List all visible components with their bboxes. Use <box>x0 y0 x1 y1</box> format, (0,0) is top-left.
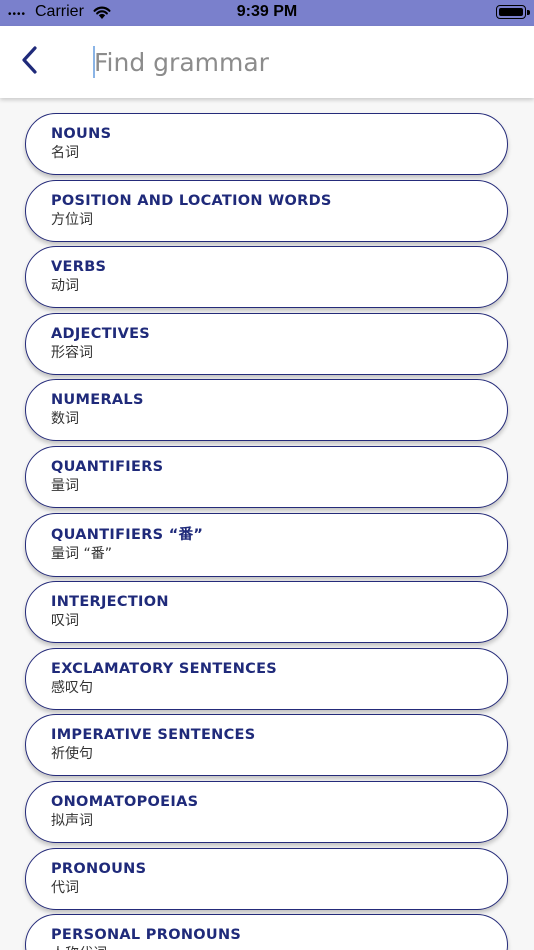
grammar-item[interactable]: NUMERALS 数词 <box>25 379 508 442</box>
grammar-item-subtitle: 代词 <box>51 879 79 896</box>
search-field[interactable] <box>92 42 512 82</box>
search-input[interactable] <box>94 42 504 82</box>
grammar-item[interactable]: ONOMATOPOEIAS 拟声词 <box>25 780 508 843</box>
status-time: 9:39 PM <box>236 3 298 20</box>
grammar-item-title: ADJECTIVES <box>51 325 151 342</box>
status-bar: •••• Carrier 9:39 PM <box>0 0 534 26</box>
grammar-item-subtitle: 动词 <box>51 278 79 295</box>
grammar-item-subtitle: 感叹句 <box>51 679 93 696</box>
grammar-item[interactable]: NOUNS 名词 <box>25 113 508 175</box>
chevron-left-icon <box>19 45 39 79</box>
grammar-item-subtitle: 拟声词 <box>51 812 93 829</box>
grammar-item-title: INTERJECTION <box>51 594 169 611</box>
grammar-item-subtitle: 名词 <box>51 145 79 161</box>
grammar-item-subtitle: 叹词 <box>51 613 79 630</box>
grammar-item-title: PRONOUNS <box>51 860 147 877</box>
grammar-item-subtitle: 祈使句 <box>51 746 93 763</box>
grammar-item-subtitle: 形容词 <box>51 344 93 361</box>
grammar-item[interactable]: INTERJECTION 叹词 <box>25 581 508 644</box>
grammar-item-title: EXCLAMATORY SENTENCES <box>51 660 278 677</box>
grammar-item[interactable]: POSITION AND LOCATION WORDS 方位词 <box>25 179 508 242</box>
grammar-item[interactable]: QUANTIFIERS “番” 量词 “番” <box>25 512 508 577</box>
grammar-item[interactable]: IMPERATIVE SENTENCES 祈使句 <box>25 714 508 777</box>
grammar-item-subtitle: 人称代词 <box>51 945 507 950</box>
grammar-item-subtitle: 量词 <box>51 477 79 494</box>
grammar-item[interactable]: ADJECTIVES 形容词 <box>25 312 508 375</box>
grammar-item-subtitle: 量词 “番” <box>51 545 112 562</box>
grammar-item-title: IMPERATIVE SENTENCES <box>51 727 256 744</box>
grammar-item[interactable]: EXCLAMATORY SENTENCES 感叹句 <box>25 647 508 710</box>
grammar-item[interactable]: QUANTIFIERS 量词 <box>25 445 508 508</box>
back-button[interactable] <box>14 44 44 80</box>
grammar-item-title: QUANTIFIERS <box>51 458 164 475</box>
grammar-item[interactable]: PRONOUNS 代词 <box>25 847 508 910</box>
battery-icon <box>496 5 530 19</box>
grammar-item-title: NUMERALS <box>51 392 144 409</box>
grammar-item-title: PERSONAL PRONOUNS <box>51 927 242 944</box>
grammar-item-title: ONOMATOPOEIAS <box>51 793 199 810</box>
grammar-item[interactable]: VERBS 动词 <box>25 246 508 309</box>
grammar-item-title: POSITION AND LOCATION WORDS <box>51 192 332 209</box>
grammar-item-title: VERBS <box>51 259 107 276</box>
grammar-item-title: QUANTIFIERS “番” <box>51 526 204 543</box>
grammar-item-subtitle: 数词 <box>51 411 79 428</box>
grammar-item[interactable]: PERSONAL PRONOUNS人称代词 <box>25 914 508 950</box>
grammar-list: NOUNS 名词 POSITION AND LOCATION WORDS 方位词 VER… <box>25 113 508 950</box>
search-header <box>0 26 534 98</box>
grammar-item-title: NOUNS <box>51 126 112 142</box>
grammar-item-subtitle: 方位词 <box>51 211 93 228</box>
